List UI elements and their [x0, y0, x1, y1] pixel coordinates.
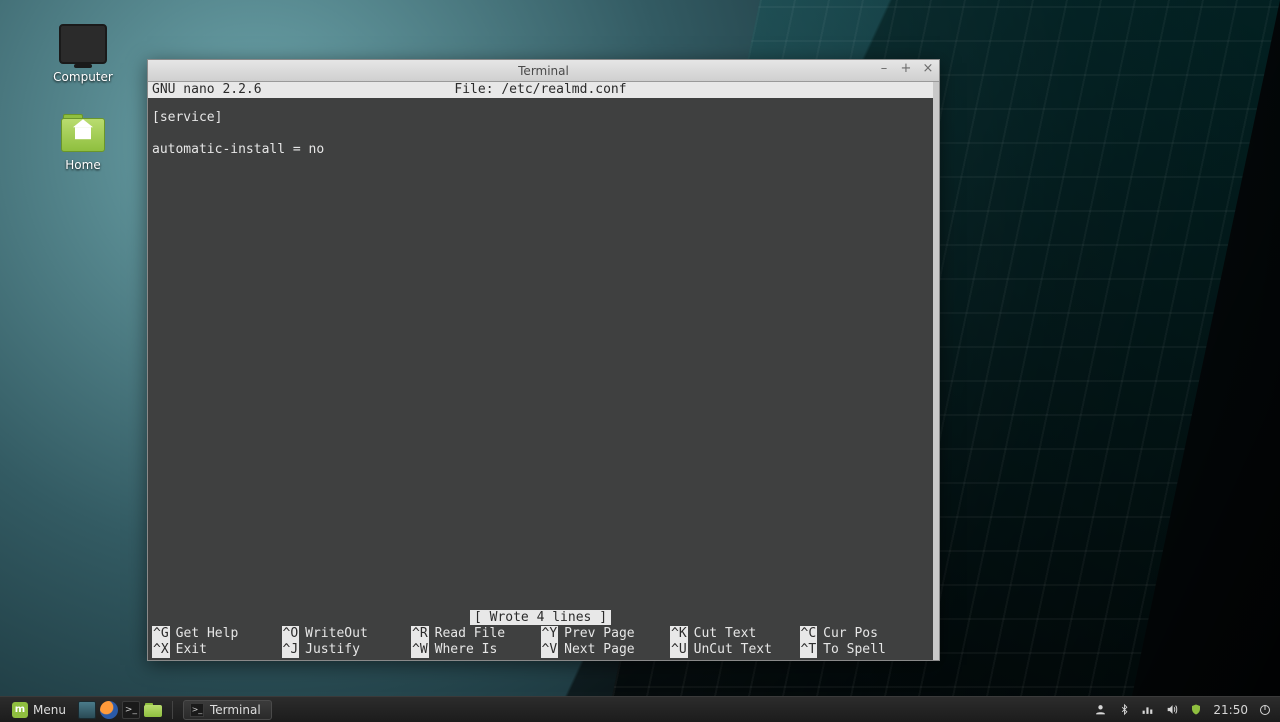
shortcut-writeout: ^OWriteOut — [282, 626, 412, 642]
terminal-launcher[interactable]: >_ — [122, 701, 140, 719]
clock[interactable]: 21:50 — [1213, 703, 1248, 717]
shield-icon[interactable] — [1189, 703, 1203, 717]
nano-file-label: File: /etc/realmd.conf — [408, 82, 672, 98]
mint-logo-icon: m — [12, 702, 28, 718]
menu-label: Menu — [33, 703, 66, 717]
desktop-icon-label: Computer — [38, 70, 128, 84]
minimize-button[interactable]: – — [877, 62, 891, 76]
shortcut-read-file: ^RRead File — [411, 626, 541, 642]
desktop-icon-home[interactable]: Home — [38, 112, 128, 172]
show-desktop-button[interactable] — [78, 701, 96, 719]
nano-status: [ Wrote 4 lines ] — [148, 610, 933, 626]
shortcut-uncut-text: ^UUnCut Text — [670, 642, 800, 658]
shortcut-next-page: ^VNext Page — [541, 642, 671, 658]
shortcut-to-spell: ^TTo Spell — [800, 642, 930, 658]
network-icon[interactable] — [1141, 703, 1155, 717]
monitor-icon — [59, 24, 107, 64]
shortcut-where-is: ^WWhere Is — [411, 642, 541, 658]
close-button[interactable]: × — [921, 62, 935, 76]
files-launcher[interactable] — [144, 701, 162, 719]
shortcut-justify: ^JJustify — [282, 642, 412, 658]
shortcut-exit: ^XExit — [152, 642, 282, 658]
shortcut-get-help: ^GGet Help — [152, 626, 282, 642]
system-tray: 21:50 — [1093, 703, 1280, 717]
taskbar: m Menu >_ >_ Terminal — [0, 696, 1280, 722]
terminal-icon: >_ — [190, 703, 204, 717]
desktop[interactable]: Computer Home Terminal – + × GNU nano 2.… — [0, 0, 1280, 722]
home-folder-icon — [59, 112, 107, 152]
terminal-window: Terminal – + × GNU nano 2.2.6 File: /etc… — [147, 59, 940, 661]
taskbar-item-terminal[interactable]: >_ Terminal — [183, 700, 272, 720]
shortcut-prev-page: ^YPrev Page — [541, 626, 671, 642]
desktop-icon-computer[interactable]: Computer — [38, 24, 128, 84]
maximize-button[interactable]: + — [899, 62, 913, 76]
desktop-icon-label: Home — [38, 158, 128, 172]
bluetooth-icon[interactable] — [1117, 703, 1131, 717]
window-titlebar[interactable]: Terminal – + × — [148, 60, 939, 82]
user-icon[interactable] — [1093, 703, 1107, 717]
taskbar-item-label: Terminal — [210, 703, 261, 717]
nano-version: GNU nano 2.2.6 — [152, 82, 408, 98]
window-title: Terminal — [518, 64, 569, 78]
terminal-content[interactable]: GNU nano 2.2.6 File: /etc/realmd.conf [s… — [148, 82, 939, 660]
session-icon[interactable] — [1258, 703, 1272, 717]
taskbar-divider — [172, 701, 173, 719]
volume-icon[interactable] — [1165, 703, 1179, 717]
shortcut-cur-pos: ^CCur Pos — [800, 626, 930, 642]
menu-button[interactable]: m Menu — [4, 700, 74, 720]
firefox-launcher[interactable] — [100, 701, 118, 719]
nano-header: GNU nano 2.2.6 File: /etc/realmd.conf — [148, 82, 933, 98]
shortcut-cut-text: ^KCut Text — [670, 626, 800, 642]
nano-footer: ^GGet Help ^OWriteOut ^RRead File ^YPrev… — [148, 626, 933, 660]
nano-body: [service] automatic-install = no — [148, 98, 933, 158]
